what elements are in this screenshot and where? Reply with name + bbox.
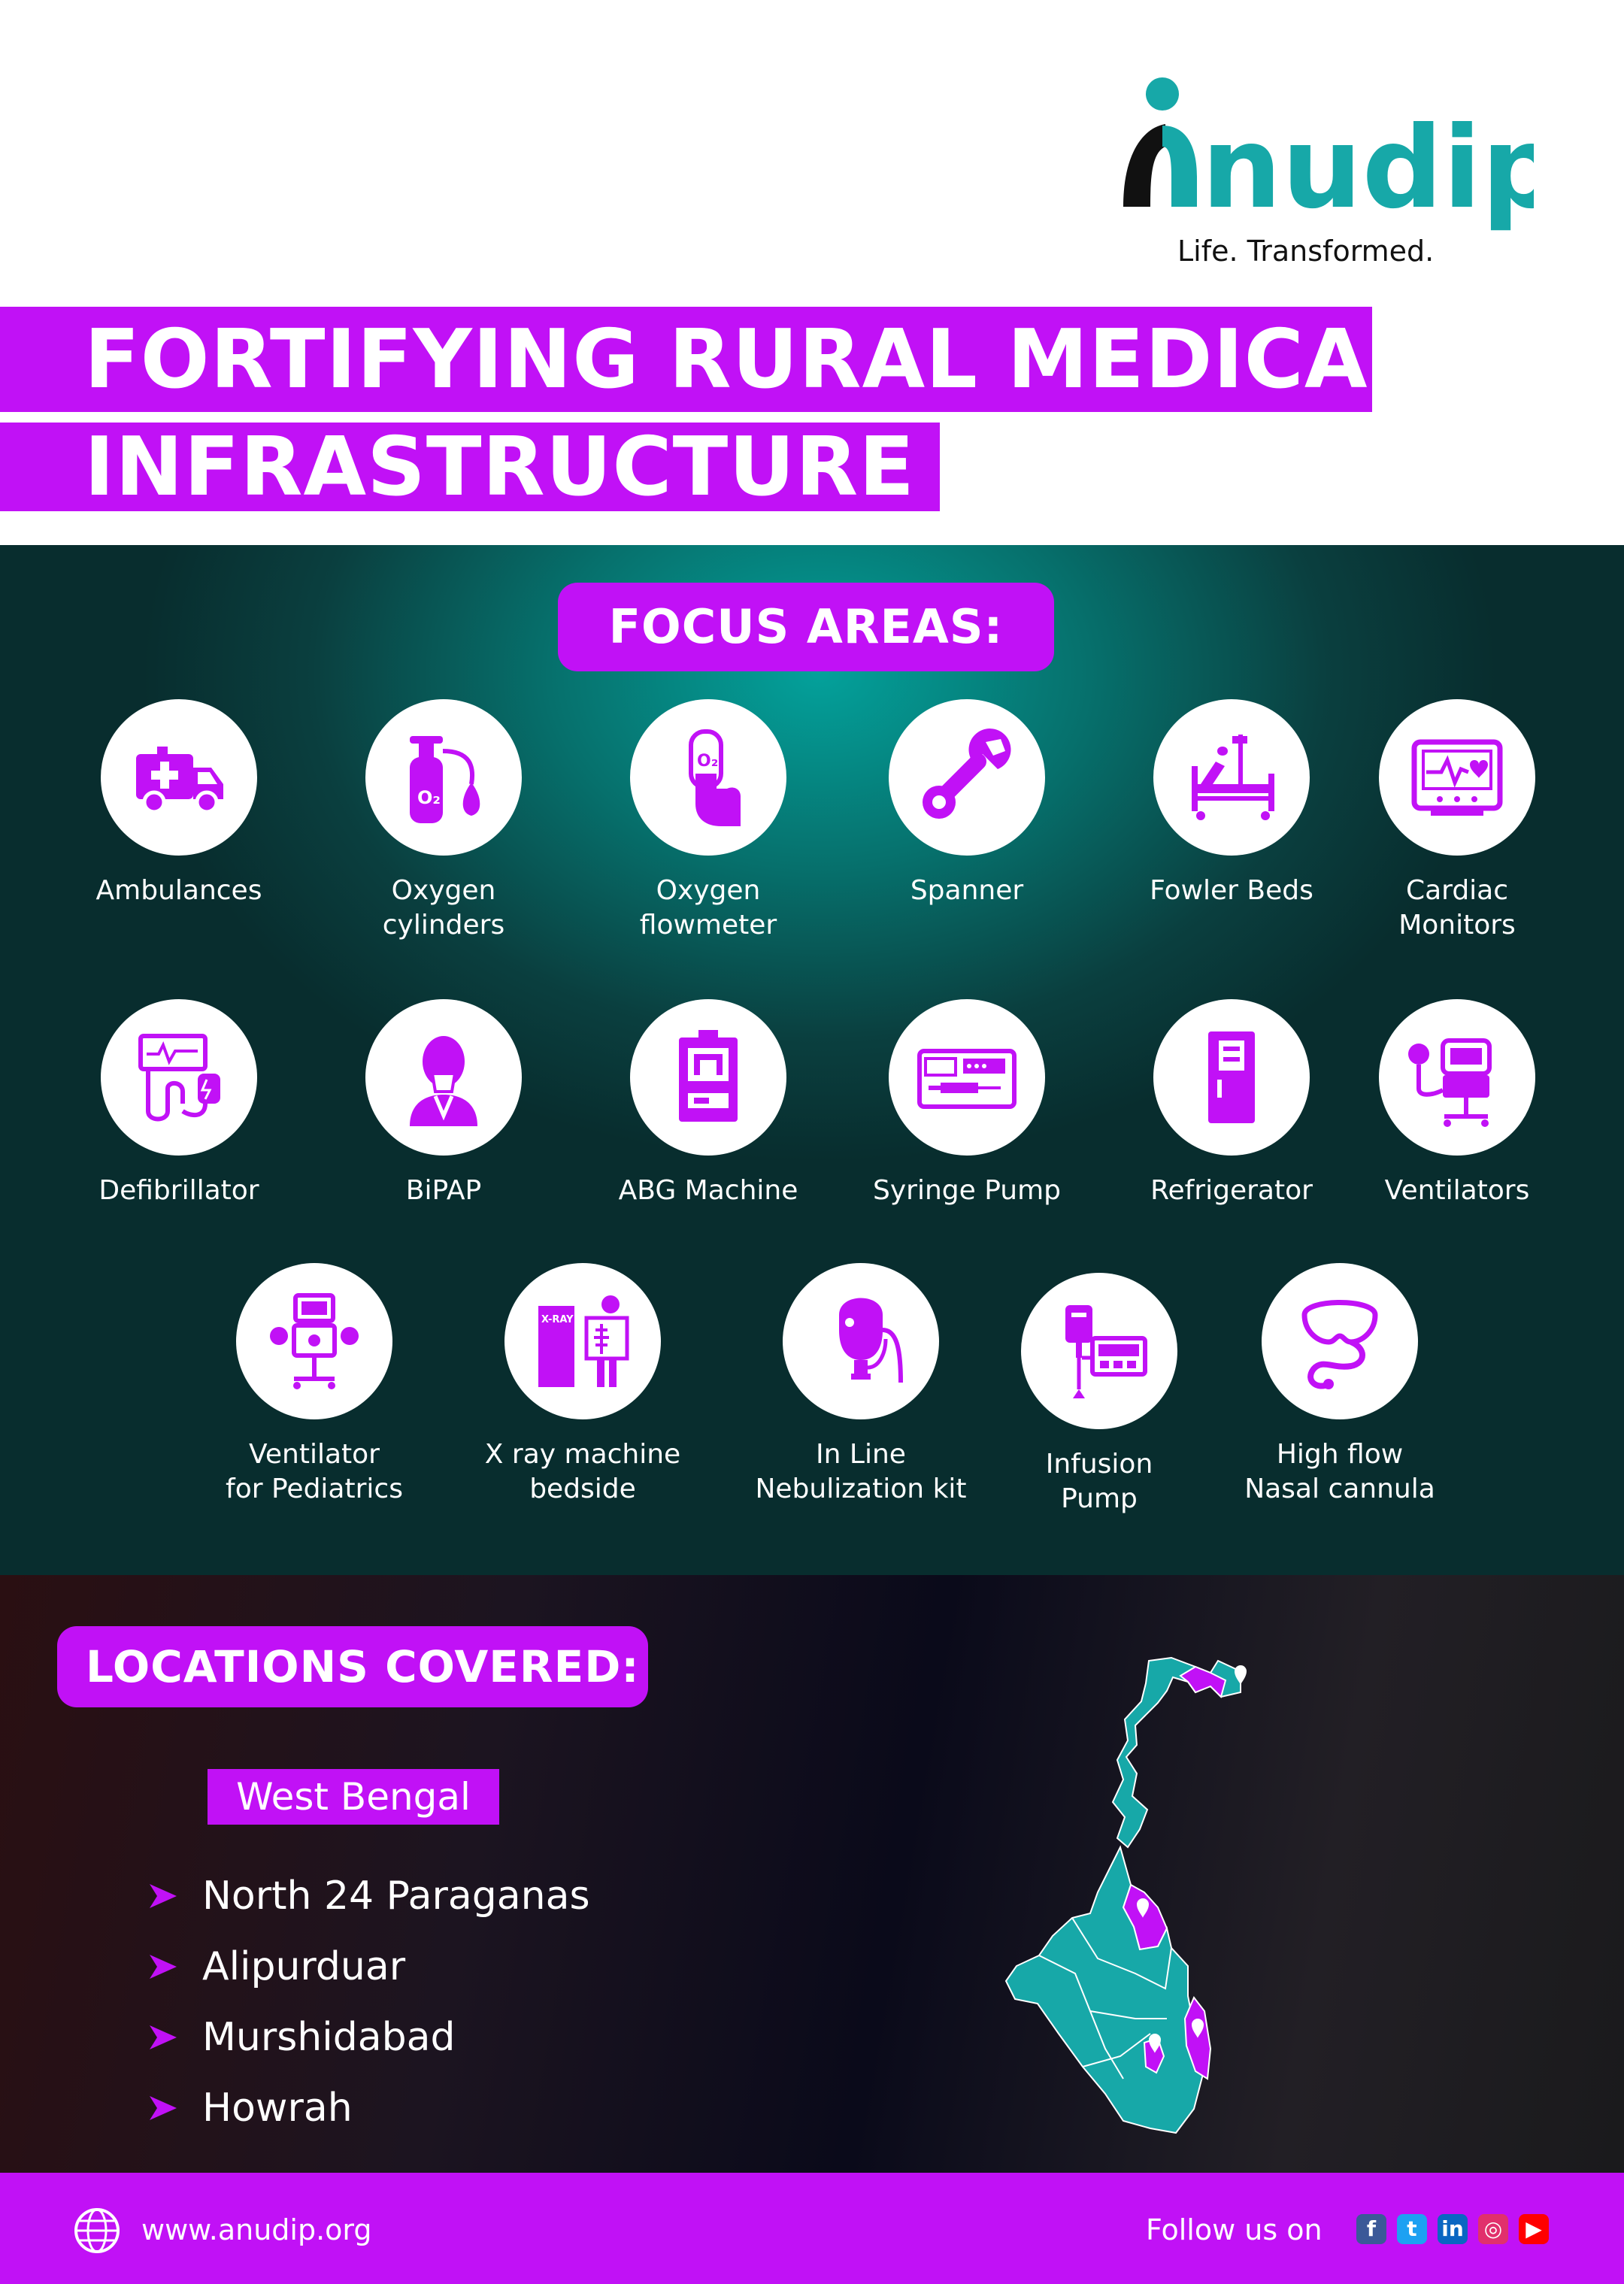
focus-item-label: Cardiac Monitors — [1398, 875, 1516, 941]
chevron-right-icon — [150, 2096, 177, 2120]
list-item: North 24 Paraganas — [147, 1861, 590, 1931]
district-name: North 24 Paraganas — [202, 1874, 590, 1919]
focus-item-xray-machine: X-RAY X ray machine bedside — [455, 1263, 710, 1507]
focus-item-label: Spanner — [910, 875, 1024, 906]
focus-item-label: Infusion Pump — [1045, 1449, 1153, 1514]
district-name: Murshidabad — [202, 2015, 456, 2060]
abg-machine-icon — [630, 999, 786, 1156]
logo-wordmark: nudip — [1201, 103, 1534, 234]
chevron-right-icon — [150, 2025, 177, 2049]
locations-section: LOCATIONS COVERED: West Bengal North 24 … — [0, 1575, 1624, 2173]
anudip-logo: nudip Life. Transformed. — [1123, 77, 1534, 268]
focus-item-ambulances: Ambulances — [51, 699, 307, 908]
hospital-bed-icon — [1153, 699, 1310, 856]
logo-tagline: Life. Transformed. — [1177, 235, 1434, 268]
youtube-icon[interactable]: ▶ — [1519, 2214, 1549, 2244]
locations-heading: LOCATIONS COVERED: — [57, 1626, 648, 1707]
focus-item-oxygen-cylinders: O₂ Oxygen cylinders — [316, 699, 571, 943]
district-name: Howrah — [202, 2086, 353, 2131]
chevron-right-icon — [150, 1884, 177, 1908]
ambulance-icon — [101, 699, 257, 856]
follow-us-label: Follow us on — [1146, 2213, 1323, 2246]
xray-machine-icon: X-RAY — [504, 1263, 661, 1419]
focus-item-label: BiPAP — [405, 1175, 482, 1206]
focus-item-nasal-cannula: High flow Nasal cannula — [1212, 1263, 1468, 1507]
instagram-icon[interactable]: ◎ — [1478, 2214, 1508, 2244]
oxygen-cylinder-icon: O₂ — [365, 699, 522, 856]
footer: www.anudip.org Follow us on f t in ◎ ▶ — [0, 2173, 1624, 2284]
focus-item-spanner: Spanner — [839, 699, 1095, 908]
focus-item-abg-machine: ABG Machine — [580, 999, 836, 1208]
xray-label: X-RAY — [541, 1314, 574, 1325]
facebook-glyph: f — [1366, 2216, 1377, 2241]
focus-item-syringe-pump: Syringe Pump — [839, 999, 1095, 1208]
heart-monitor-icon — [1379, 699, 1535, 856]
west-bengal-map — [1004, 1656, 1247, 2134]
list-item: Howrah — [147, 2073, 590, 2143]
focus-item-cardiac-monitors: Cardiac Monitors — [1329, 699, 1585, 943]
focus-item-bipap: BiPAP — [316, 999, 571, 1208]
pulse-oximeter-icon: O₂ — [630, 699, 786, 856]
list-item: Alipurduar — [147, 1931, 590, 2002]
page-title-line-2: INFRASTRUCTURE — [84, 420, 915, 514]
bipap-mask-icon — [365, 999, 522, 1156]
focus-item-label: Ventilator for Pediatrics — [226, 1439, 403, 1504]
linkedin-glyph: in — [1441, 2216, 1464, 2241]
defibrillator-icon — [101, 999, 257, 1156]
focus-item-label: Ventilators — [1384, 1175, 1530, 1206]
youtube-glyph: ▶ — [1526, 2216, 1542, 2241]
globe-icon — [74, 2208, 120, 2253]
focus-item-oxygen-flowmeter: O₂ Oxygen flowmeter — [580, 699, 836, 943]
twitter-icon[interactable]: t — [1397, 2214, 1427, 2244]
focus-item-label: Syringe Pump — [872, 1175, 1062, 1206]
focus-item-ventilators: Ventilators — [1329, 999, 1585, 1208]
focus-item-label: Defibrillator — [98, 1175, 259, 1206]
focus-item-label: Oxygen flowmeter — [639, 875, 777, 941]
refrigerator-icon — [1153, 999, 1310, 1156]
focus-item-defibrillator: Defibrillator — [51, 999, 307, 1208]
focus-item-label: ABG Machine — [618, 1175, 798, 1206]
list-item: Murshidabad — [147, 2002, 590, 2073]
state-tag: West Bengal — [208, 1769, 499, 1825]
nebulizer-icon — [783, 1263, 939, 1419]
district-name: Alipurduar — [202, 1944, 406, 1989]
focus-areas-section: FOCUS AREAS: Ambulances O₂ Oxygen cylind… — [0, 545, 1624, 1575]
focus-item-label: Ambulances — [95, 875, 262, 906]
svg-text:O₂: O₂ — [697, 752, 718, 771]
focus-item-fowler-beds: Fowler Beds — [1104, 699, 1359, 908]
chevron-right-icon — [150, 1955, 177, 1979]
instagram-glyph: ◎ — [1483, 2216, 1503, 2241]
ventilator-icon — [1379, 999, 1535, 1156]
spanner-icon — [889, 699, 1045, 856]
focus-item-nebulization-kit: In Line Nebulization kit — [733, 1263, 989, 1507]
header: nudip Life. Transformed. FORTIFYING RURA… — [0, 0, 1624, 545]
focus-item-infusion-pump: Infusion Pump — [971, 1273, 1227, 1516]
facebook-icon[interactable]: f — [1356, 2214, 1386, 2244]
syringe-pump-icon — [889, 999, 1045, 1156]
svg-text:O₂: O₂ — [417, 787, 441, 808]
twitter-glyph: t — [1407, 2216, 1417, 2241]
linkedin-icon[interactable]: in — [1438, 2214, 1468, 2244]
page-title-line-1: FORTIFYING RURAL MEDICAL — [84, 313, 1421, 407]
nasal-cannula-icon — [1262, 1263, 1418, 1419]
focus-areas-heading: FOCUS AREAS: — [558, 583, 1054, 671]
focus-item-label: High flow Nasal cannula — [1244, 1439, 1435, 1504]
website-link[interactable]: www.anudip.org — [141, 2207, 372, 2252]
focus-item-label: Fowler Beds — [1150, 875, 1313, 906]
infusion-pump-icon — [1021, 1273, 1177, 1429]
focus-item-label: X ray machine bedside — [484, 1439, 681, 1504]
focus-item-ventilator-pediatrics: Ventilator for Pediatrics — [186, 1263, 442, 1507]
focus-item-label: In Line Nebulization kit — [755, 1439, 967, 1504]
focus-item-label: Refrigerator — [1150, 1175, 1313, 1206]
focus-item-refrigerator: Refrigerator — [1104, 999, 1359, 1208]
district-list: North 24 Paraganas Alipurduar Murshidaba… — [147, 1861, 590, 2143]
pediatric-ventilator-icon — [236, 1263, 392, 1419]
focus-item-label: Oxygen cylinders — [382, 875, 505, 941]
